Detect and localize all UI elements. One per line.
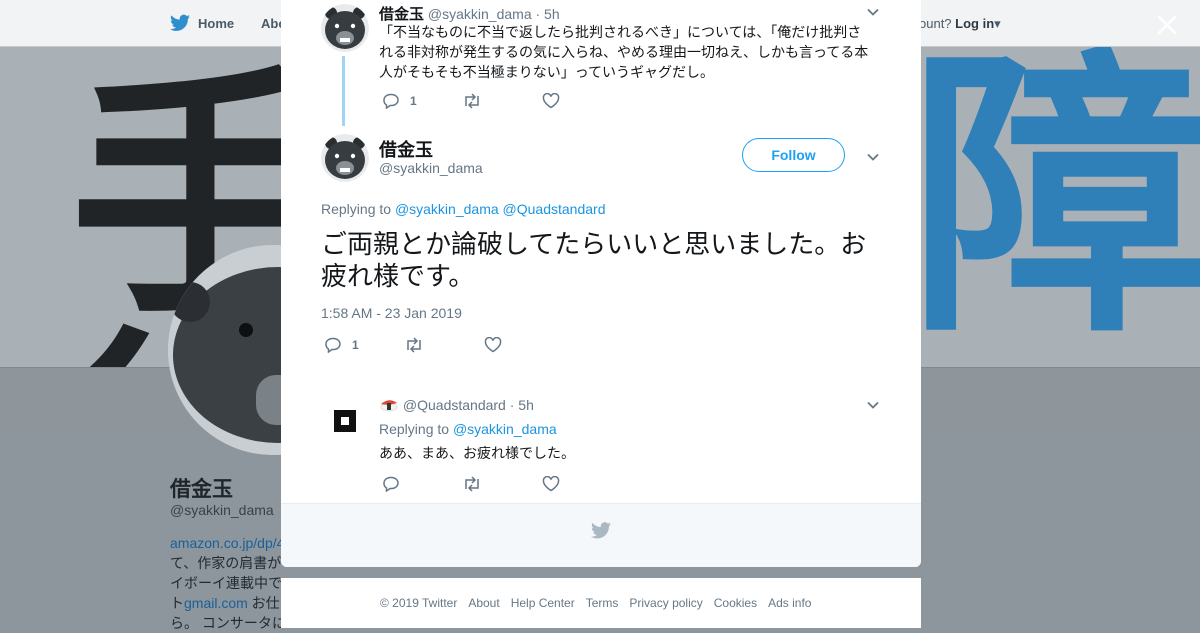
sushi-emoji-icon [379,397,403,413]
footer-link-privacy[interactable]: Privacy policy [629,596,702,610]
reply-action[interactable] [382,476,462,492]
like-action[interactable] [542,476,622,492]
heart-icon [484,337,502,353]
footer-link-ads[interactable]: Ads info [768,596,811,610]
tweet-text: 「不当なものに不当で返したら批判されるべき」については、「俺だけ批判される非対称… [379,24,869,80]
modal-footer [281,503,921,567]
main-tweet-avatar[interactable] [321,134,369,182]
nav-home-label: Home [198,15,235,31]
login-link[interactable]: Log in [955,16,994,31]
tweet-time[interactable]: · 5h [536,6,560,22]
bio-link-amazon[interactable]: amazon.co.jp/dp/4 [170,535,284,551]
close-icon[interactable] [1150,8,1184,42]
reply-text: ああ、まあ、お疲れ様でした。 [379,445,575,461]
banner-art-right: 障 [910,47,1200,367]
reply-time[interactable]: · 5h [510,397,534,413]
retweet-action[interactable] [462,93,542,109]
tweet-author-name[interactable]: 借金玉 [379,6,424,23]
reply-replying-to: Replying to @syakkin_dama [379,421,557,437]
reply-icon [325,337,341,353]
reply-icon [383,476,399,492]
main-tweet-timestamp[interactable]: 1:58 AM - 23 Jan 2019 [321,305,462,321]
footer-link-help[interactable]: Help Center [511,596,575,610]
caret-down-icon: ▾ [994,16,1001,31]
retweet-action[interactable] [462,476,542,492]
retweet-icon [465,476,479,492]
main-tweet-author-handle[interactable]: @syakkin_dama [379,160,483,176]
reply-count: 1 [410,94,417,108]
mention-link[interactable]: @syakkin_dama [453,421,557,437]
reply-avatar[interactable] [321,397,369,445]
reply-header: @Quadstandard · 5h [379,396,534,413]
tweet-modal: 借金玉 @syakkin_dama · 5h 「不当なものに不当で返したら批判さ… [281,0,921,567]
reply-action[interactable]: 1 [324,337,404,353]
like-action[interactable] [484,337,564,353]
chevron-down-icon[interactable] [865,397,881,413]
tweet-actions: 1 [382,93,622,109]
footer-link-cookies[interactable]: Cookies [714,596,757,610]
site-footer: © 2019 Twitter About Help Center Terms P… [281,578,921,628]
reply-author-handle[interactable]: @Quadstandard [403,397,506,413]
bio-text: お仕 [247,595,280,611]
like-action[interactable] [542,93,622,109]
chevron-down-icon[interactable] [865,4,881,20]
tweet-header: 借金玉 @syakkin_dama · 5h [379,3,560,24]
replying-to: Replying to @syakkin_dama @Quadstandard [321,201,605,217]
reply-actions [382,476,622,492]
chevron-down-icon[interactable] [865,149,881,165]
profile-name: 借金玉 [170,478,233,501]
tweet-avatar[interactable] [321,4,369,52]
mention-link[interactable]: @Quadstandard [503,201,606,217]
bio-link-gmail[interactable]: gmail.com [184,595,248,611]
reply-count: 1 [352,338,359,352]
profile-handle: @syakkin_dama [170,502,274,518]
bio-text: ト [170,595,184,611]
retweet-icon [465,93,479,109]
heart-icon [542,476,560,492]
main-tweet-actions: 1 [324,337,564,353]
tweet-author-handle[interactable]: @syakkin_dama [428,6,532,22]
reply-icon [383,93,399,109]
nav-home[interactable]: Home [170,14,234,32]
twitter-bird-icon [170,14,190,31]
mention-link[interactable]: @syakkin_dama [395,201,499,217]
main-tweet-text: ご両親とか論破してたらいいと思いました。お疲れ様です。 [321,229,867,291]
reply-action[interactable]: 1 [382,93,462,109]
retweet-icon [407,337,421,353]
follow-button[interactable]: Follow [742,138,845,172]
main-tweet-author-name[interactable]: 借金玉 [379,136,433,162]
twitter-bird-icon [591,522,611,539]
heart-icon [542,93,560,109]
footer-link-terms[interactable]: Terms [586,596,619,610]
retweet-action[interactable] [404,337,484,353]
replying-to-label: Replying to [321,201,392,217]
thread-connector [342,56,345,126]
footer-copyright: © 2019 Twitter [380,596,458,610]
footer-link-about[interactable]: About [468,596,499,610]
replying-to-label: Replying to [379,421,450,437]
